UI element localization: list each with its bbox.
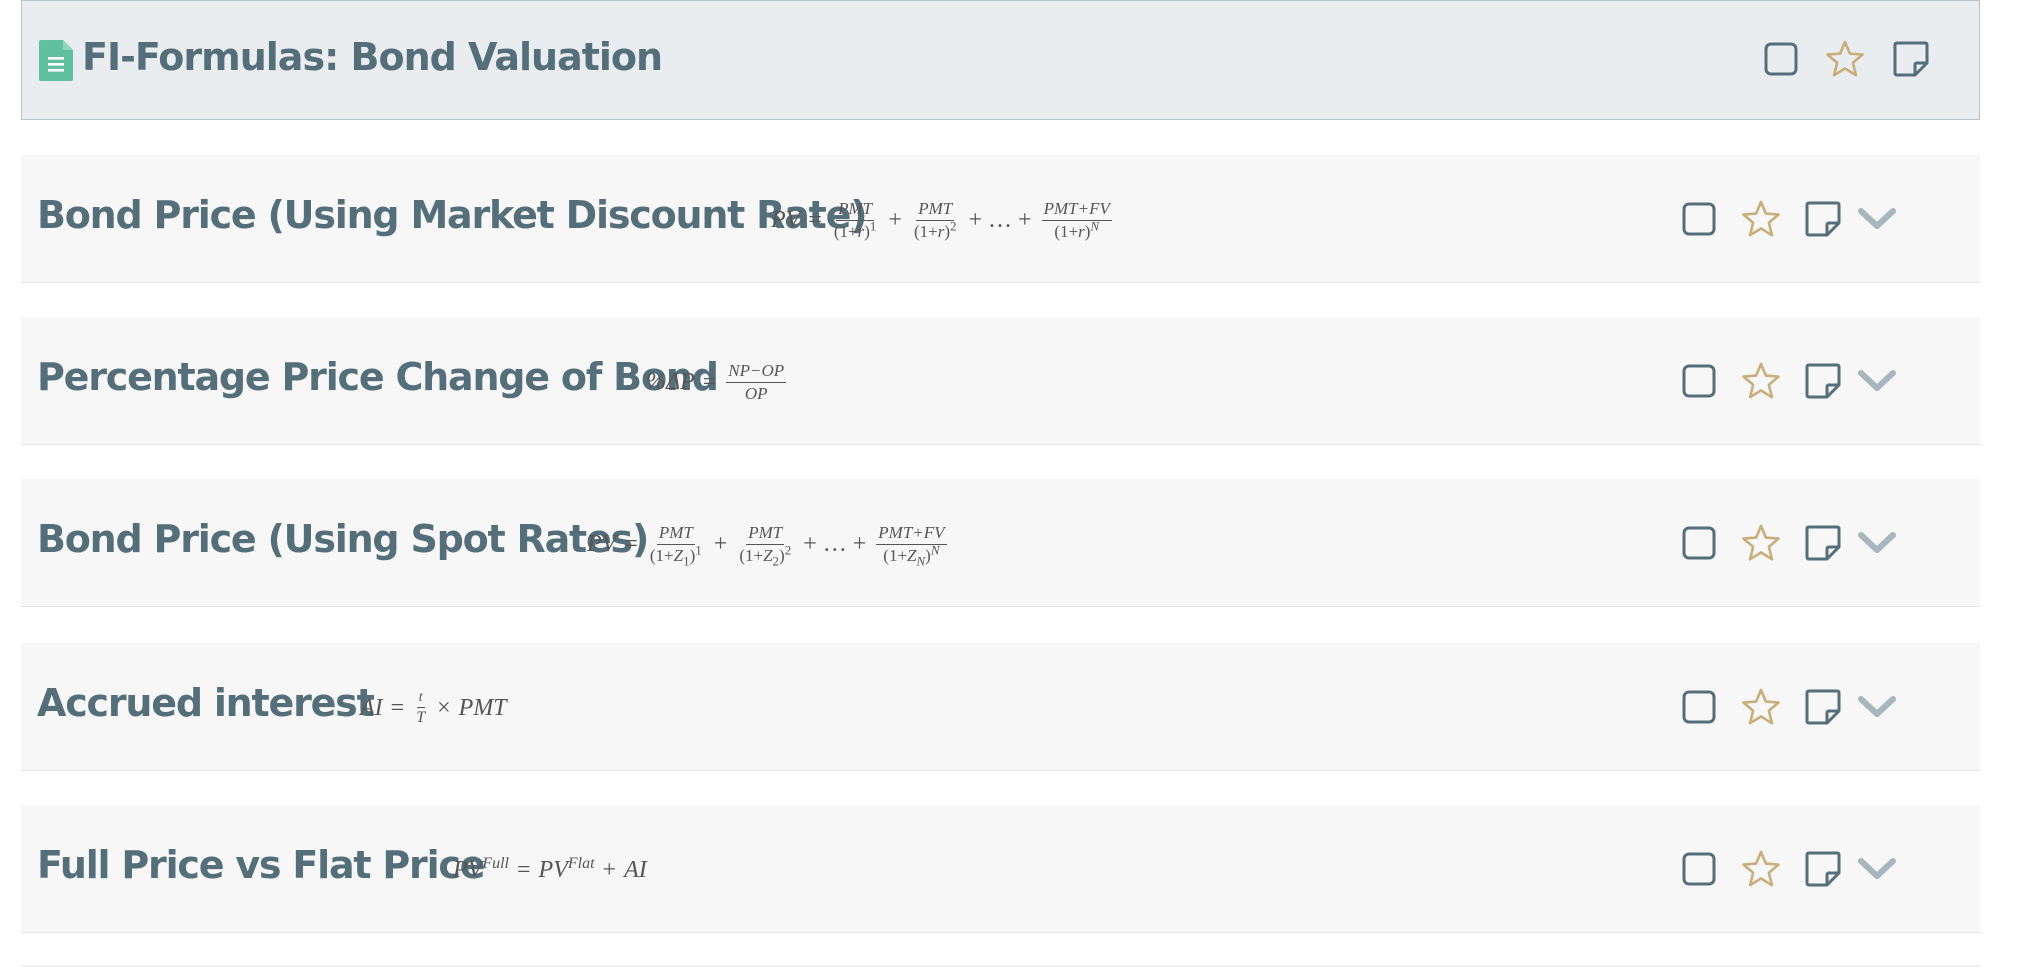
formula-card[interactable]: Percentage Price Change of Bond %ΔP = NP−… bbox=[21, 317, 1980, 445]
card-actions bbox=[1677, 521, 1932, 565]
card-actions bbox=[1677, 847, 1932, 891]
divider bbox=[21, 965, 1980, 967]
card-title: Bond Price (Using Spot Rates) bbox=[37, 517, 649, 561]
note-icon[interactable] bbox=[1801, 847, 1845, 891]
deck-header: FI-Formulas: Bond Valuation bbox=[21, 0, 1980, 120]
page-title: FI-Formulas: Bond Valuation bbox=[82, 35, 663, 79]
card-actions bbox=[1677, 359, 1932, 403]
star-icon[interactable] bbox=[1739, 685, 1783, 729]
formula-card[interactable]: Full Price vs Flat Price PVFull = PVFlat +… bbox=[21, 805, 1980, 933]
note-icon[interactable] bbox=[1889, 37, 1933, 81]
checkbox-icon[interactable] bbox=[1677, 685, 1721, 729]
checkbox-icon[interactable] bbox=[1677, 197, 1721, 241]
checkbox-icon[interactable] bbox=[1677, 359, 1721, 403]
card-title: Percentage Price Change of Bond bbox=[37, 355, 719, 399]
star-icon[interactable] bbox=[1739, 847, 1783, 891]
formula: %ΔP = NP−OP OP bbox=[646, 360, 787, 403]
card-title: Accrued interest bbox=[37, 681, 375, 725]
note-icon[interactable] bbox=[1801, 685, 1845, 729]
header-actions bbox=[1759, 37, 1959, 81]
chevron-down-icon[interactable] bbox=[1855, 685, 1899, 729]
card-actions bbox=[1677, 197, 1932, 241]
card-title: Full Price vs Flat Price bbox=[37, 843, 485, 887]
formula-card[interactable]: Bond Price (Using Market Discount Rate) … bbox=[21, 155, 1980, 283]
formula: PVFull = PVFlat + AI bbox=[453, 854, 647, 883]
star-icon[interactable] bbox=[1823, 37, 1867, 81]
note-icon[interactable] bbox=[1801, 359, 1845, 403]
chevron-down-icon[interactable] bbox=[1855, 521, 1899, 565]
chevron-down-icon[interactable] bbox=[1855, 847, 1899, 891]
formula: PV = PMT (1+r)1 + PMT (1+r)2 + … + PMT+FV (1… bbox=[771, 198, 1112, 241]
checkbox-icon[interactable] bbox=[1759, 37, 1803, 81]
formula-card[interactable]: Accrued interest AI = tT × PMT bbox=[21, 643, 1980, 771]
chevron-down-icon[interactable] bbox=[1855, 359, 1899, 403]
star-icon[interactable] bbox=[1739, 359, 1783, 403]
checkbox-icon[interactable] bbox=[1677, 521, 1721, 565]
star-icon[interactable] bbox=[1739, 521, 1783, 565]
formula: AI = tT × PMT bbox=[360, 689, 507, 726]
page: FI-Formulas: Bond Valuation Bond Price (… bbox=[0, 0, 2025, 970]
note-icon[interactable] bbox=[1801, 521, 1845, 565]
formula-card[interactable]: Bond Price (Using Spot Rates) PV = PMT (1+… bbox=[21, 479, 1980, 607]
card-actions bbox=[1677, 685, 1932, 729]
document-icon bbox=[39, 40, 73, 81]
note-icon[interactable] bbox=[1801, 197, 1845, 241]
card-title: Bond Price (Using Market Discount Rate) bbox=[37, 193, 868, 237]
star-icon[interactable] bbox=[1739, 197, 1783, 241]
chevron-down-icon[interactable] bbox=[1855, 197, 1899, 241]
formula: PV = PMT (1+Z1)1 + PMT (1+Z2)2 + … + PMT+FV… bbox=[587, 522, 947, 568]
checkbox-icon[interactable] bbox=[1677, 847, 1721, 891]
